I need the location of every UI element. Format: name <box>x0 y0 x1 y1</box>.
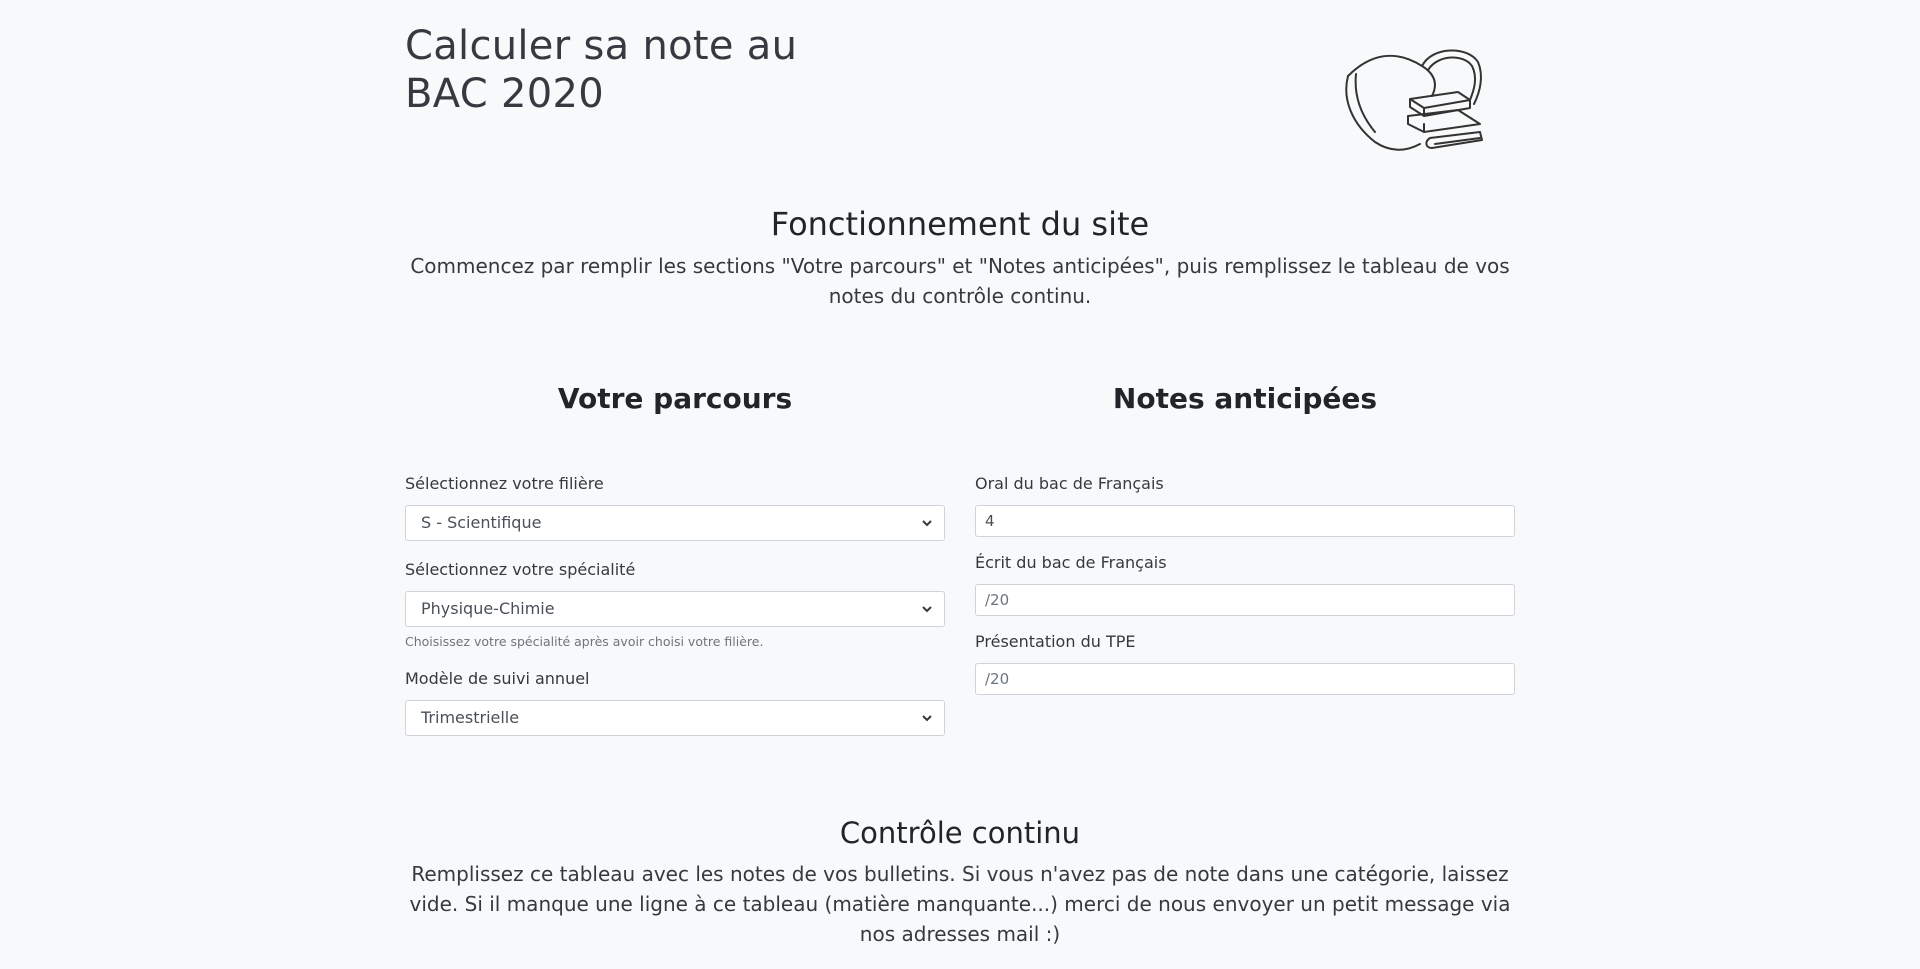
intro-text-line1: Commencez par remplir les sections "Votr… <box>410 254 1510 278</box>
specialite-select[interactable]: Physique-Chimie <box>405 591 945 627</box>
controle-text-line3: nos adresses mail :) <box>859 922 1061 946</box>
mask-books-icon <box>1345 49 1483 151</box>
controle-text-line1: Remplissez ce tableau avec les notes de … <box>411 862 1509 886</box>
intro-text-line2: notes du contrôle continu. <box>828 284 1092 308</box>
specialite-label: Sélectionnez votre spécialité <box>405 560 636 579</box>
controle-heading: Contrôle continu <box>839 816 1081 850</box>
anticipees-heading: Notes anticipées <box>1112 382 1378 415</box>
chevron-down-icon <box>922 715 932 722</box>
filiere-select[interactable]: S - Scientifique <box>405 505 945 541</box>
page-title: Calculer sa note au BAC 2020 <box>405 22 797 118</box>
intro-heading: Fonctionnement du site <box>770 205 1150 243</box>
parcours-heading: Votre parcours <box>557 382 793 415</box>
ecrit-label: Écrit du bac de Français <box>975 553 1167 572</box>
ecrit-input[interactable]: /20 <box>975 584 1515 616</box>
suivi-select-value: Trimestrielle <box>421 708 520 727</box>
oral-label: Oral du bac de Français <box>975 474 1164 493</box>
specialite-select-value: Physique-Chimie <box>421 599 555 618</box>
chevron-down-icon <box>922 520 932 527</box>
filiere-select-value: S - Scientifique <box>421 513 542 532</box>
suivi-select[interactable]: Trimestrielle <box>405 700 945 736</box>
page-title-line2: BAC 2020 <box>405 71 604 117</box>
filiere-label: Sélectionnez votre filière <box>405 474 604 493</box>
suivi-label: Modèle de suivi annuel <box>405 669 590 688</box>
chevron-down-icon <box>922 606 932 613</box>
tpe-input[interactable]: /20 <box>975 663 1515 695</box>
page-title-line1: Calculer sa note au <box>405 23 798 69</box>
tpe-label: Présentation du TPE <box>975 632 1136 651</box>
specialite-help-text: Choisissez votre spécialité après avoir … <box>405 634 764 649</box>
controle-text-line2: vide. Si il manque une ligne à ce tablea… <box>409 892 1511 916</box>
oral-input[interactable]: 4 <box>975 505 1515 537</box>
